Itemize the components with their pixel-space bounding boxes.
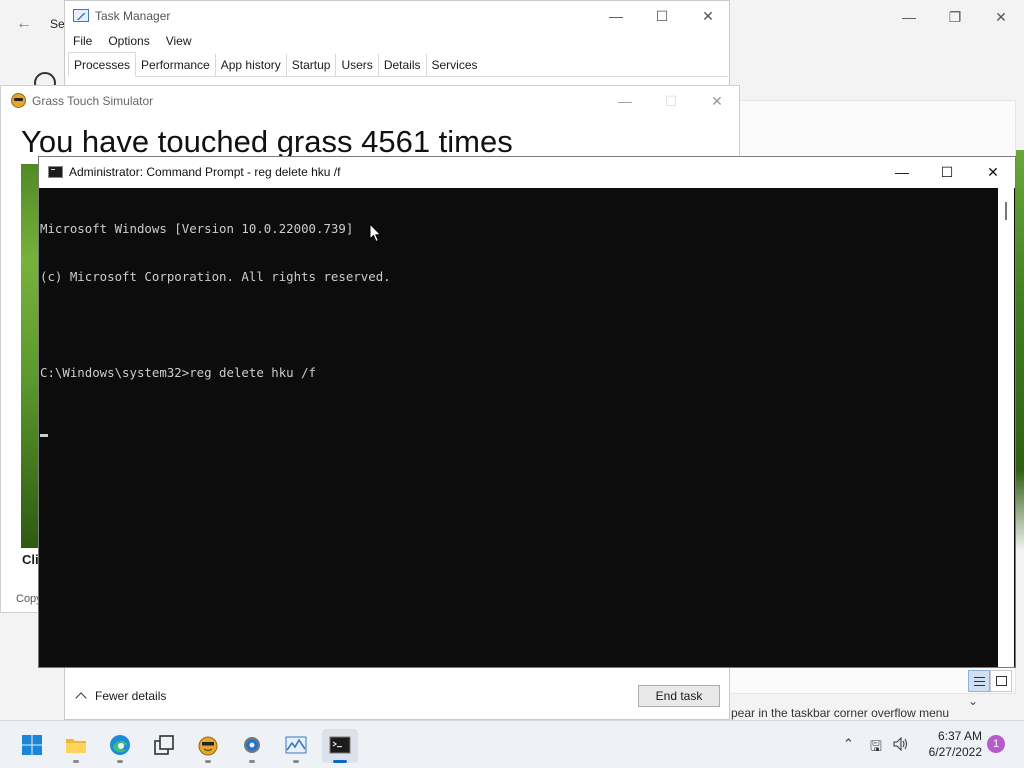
- task-manager-icon: [285, 736, 307, 754]
- tab-startup[interactable]: Startup: [287, 54, 337, 77]
- window-title: Grass Touch Simulator: [32, 94, 154, 108]
- minimize-button[interactable]: —: [879, 161, 925, 183]
- click-label: Cli: [22, 552, 39, 567]
- console-line: (c) Microsoft Corporation. All rights re…: [40, 269, 391, 284]
- restore-button[interactable]: ❐: [932, 6, 978, 28]
- clock-date: 6/27/2022: [928, 745, 982, 759]
- list-icon: [974, 677, 985, 686]
- taskbar-grass-simulator[interactable]: [190, 729, 226, 763]
- taskbar-task-view[interactable]: [146, 729, 182, 763]
- taskbar-file-explorer[interactable]: [58, 729, 94, 763]
- minimize-button[interactable]: —: [886, 6, 932, 28]
- title-bar[interactable]: Grass Touch Simulator — ☐ ✕: [1, 86, 739, 116]
- menu-options[interactable]: Options: [108, 34, 149, 48]
- folder-icon: [66, 739, 86, 753]
- scrollbar[interactable]: [998, 188, 1014, 667]
- square-icon: [996, 676, 1007, 686]
- grass-sim-icon: [11, 93, 26, 108]
- grass-sim-icon: [198, 736, 218, 756]
- mouse-pointer-icon: [369, 223, 382, 243]
- menu-file[interactable]: File: [73, 34, 92, 48]
- tab-strip: Processes Performance App history Startu…: [68, 52, 728, 77]
- scrollbar-thumb[interactable]: [1005, 202, 1007, 220]
- start-button[interactable]: [14, 729, 50, 763]
- console-line: C:\Windows\system32>reg delete hku /f: [40, 365, 317, 380]
- notification-badge[interactable]: 1: [987, 735, 1005, 753]
- console-cursor-line: [40, 413, 998, 437]
- chevron-up-icon: [75, 692, 87, 704]
- taskbar-task-manager[interactable]: [278, 729, 314, 763]
- minimize-button[interactable]: —: [593, 5, 639, 27]
- text-cursor: [40, 434, 48, 437]
- tab-performance[interactable]: Performance: [136, 54, 216, 77]
- running-indicator: [249, 760, 255, 763]
- touch-count-headline: You have touched grass 4561 times: [21, 124, 513, 159]
- tab-app-history[interactable]: App history: [216, 54, 287, 77]
- end-task-button[interactable]: End task: [638, 685, 720, 707]
- taskbar-edge[interactable]: [102, 729, 138, 763]
- overflow-description: pear in the taskbar corner overflow menu: [731, 706, 950, 720]
- tab-details[interactable]: Details: [379, 54, 427, 77]
- volume-icon[interactable]: [893, 737, 909, 751]
- running-indicator: [117, 760, 123, 763]
- fewer-details-label: Fewer details: [95, 689, 167, 703]
- settings-title: Se: [50, 17, 65, 31]
- grass-image-edge: [1016, 150, 1024, 550]
- task-view-icon: [154, 735, 174, 755]
- close-button[interactable]: ✕: [970, 161, 1016, 183]
- running-indicator: [73, 760, 79, 763]
- tab-users[interactable]: Users: [336, 54, 379, 77]
- taskbar-settings[interactable]: [234, 729, 270, 763]
- running-indicator: [333, 760, 347, 763]
- tab-processes[interactable]: Processes: [68, 52, 137, 77]
- task-manager-icon: [73, 9, 89, 22]
- maximize-button: ☐: [664, 93, 678, 109]
- close-button[interactable]: ✕: [694, 90, 740, 112]
- close-button[interactable]: ✕: [978, 6, 1024, 28]
- show-hidden-icons-chevron-icon[interactable]: ⌃: [843, 736, 854, 752]
- cmd-icon: [329, 736, 351, 754]
- back-arrow-icon[interactable]: ←: [14, 14, 34, 34]
- windows-logo-icon: [22, 735, 42, 755]
- edge-icon: [110, 735, 130, 755]
- cmd-icon: [48, 166, 63, 178]
- grid-view-button[interactable]: [990, 670, 1012, 692]
- list-view-button[interactable]: [968, 670, 990, 692]
- running-indicator: [205, 760, 211, 763]
- maximize-button[interactable]: ☐: [924, 161, 970, 183]
- minimize-button[interactable]: —: [602, 90, 648, 112]
- fewer-details-button[interactable]: Fewer details: [75, 689, 167, 704]
- network-icon[interactable]: 🖫: [870, 736, 882, 760]
- tab-services[interactable]: Services: [427, 54, 483, 77]
- command-prompt-window: Administrator: Command Prompt - reg dele…: [38, 156, 1016, 668]
- gear-icon: [244, 737, 260, 753]
- title-bar[interactable]: Task Manager — ☐ ✕: [65, 1, 729, 31]
- window-title: Task Manager: [95, 9, 171, 23]
- menu-view[interactable]: View: [166, 34, 192, 48]
- title-bar[interactable]: Administrator: Command Prompt - reg dele…: [39, 157, 1015, 188]
- console-line: Microsoft Windows [Version 10.0.22000.73…: [40, 221, 354, 236]
- clock-time: 6:37 AM: [937, 729, 982, 743]
- console-output[interactable]: Microsoft Windows [Version 10.0.22000.73…: [40, 189, 998, 665]
- close-button[interactable]: ✕: [685, 5, 731, 27]
- chevron-down-icon[interactable]: ⌄: [968, 694, 978, 708]
- taskbar-command-prompt[interactable]: [322, 729, 358, 763]
- taskbar-clock[interactable]: 6:37 AM 6/27/2022: [920, 728, 982, 760]
- running-indicator: [293, 760, 299, 763]
- maximize-button[interactable]: ☐: [639, 5, 685, 27]
- window-title: Administrator: Command Prompt - reg dele…: [69, 165, 341, 179]
- menu-bar: File Options View: [73, 34, 192, 48]
